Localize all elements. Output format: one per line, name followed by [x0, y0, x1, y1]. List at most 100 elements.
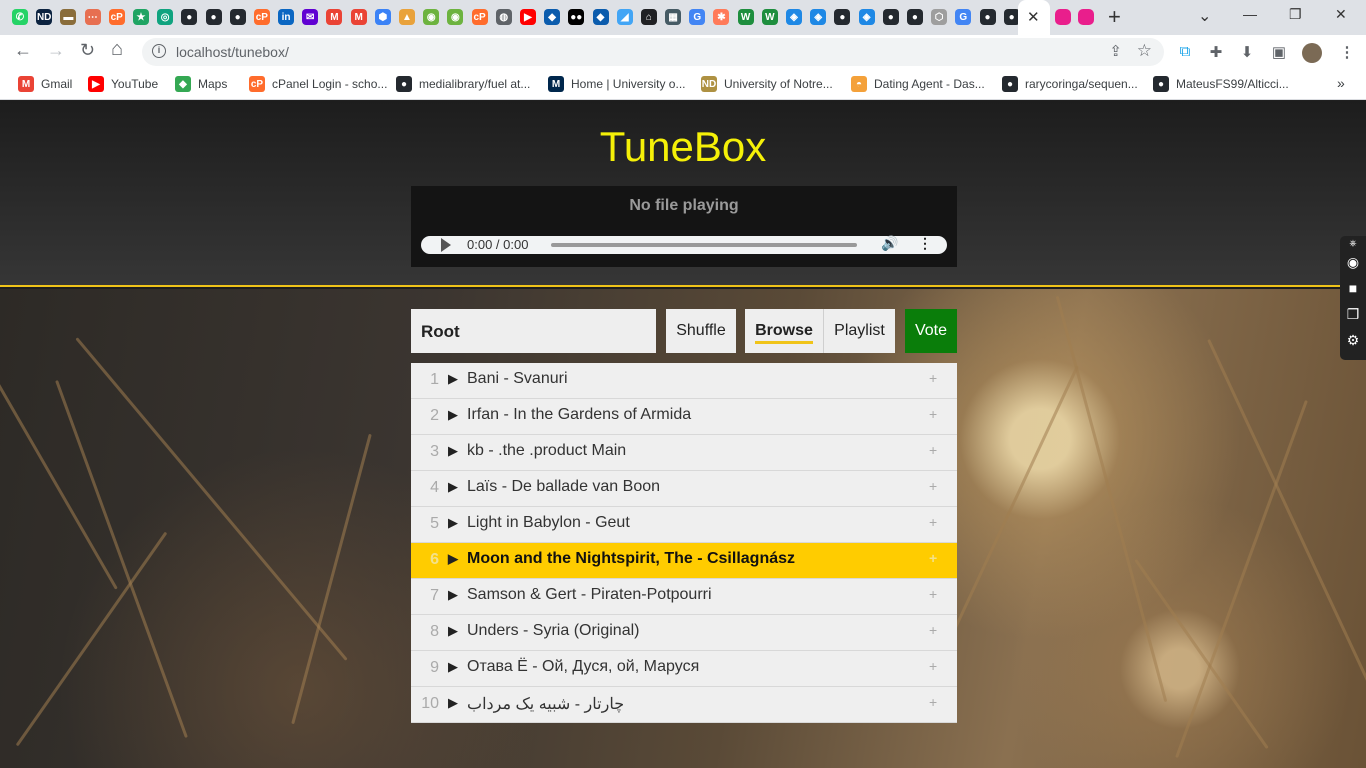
track-row[interactable]: 8 ▶ Unders - Syria (Original) +: [411, 615, 957, 651]
bookmark-item[interactable]: M Gmail: [18, 76, 72, 92]
site-info-icon[interactable]: i: [152, 44, 166, 58]
track-row[interactable]: 4 ▶ Laïs - De ballade van Boon +: [411, 471, 957, 507]
globe-icon[interactable]: ◍: [494, 7, 514, 27]
box-icon[interactable]: ⬡: [929, 7, 949, 27]
download-icon[interactable]: ⬇: [1238, 43, 1256, 61]
home-icon[interactable]: ⌂: [639, 7, 659, 27]
add-to-playlist-icon[interactable]: +: [929, 622, 937, 638]
add-to-playlist-icon[interactable]: +: [929, 442, 937, 458]
tab-favicon[interactable]: [1076, 7, 1096, 27]
minimize-button[interactable]: —: [1243, 6, 1257, 22]
tab-vote[interactable]: Vote: [905, 309, 957, 353]
profile-avatar[interactable]: [1302, 43, 1322, 63]
home-button[interactable]: ⌂: [111, 38, 123, 61]
close-tab-icon[interactable]: ✕: [1027, 8, 1040, 26]
add-to-playlist-icon[interactable]: +: [929, 514, 937, 530]
track-row[interactable]: 6 ▶ Moon and the Nightspirit, The - Csilla…: [411, 543, 957, 579]
side-panel-icon[interactable]: ▣: [1270, 43, 1288, 61]
github-icon[interactable]: ●: [978, 7, 998, 27]
volume-icon[interactable]: 🔊: [881, 235, 898, 252]
extensions-puzzle-icon[interactable]: ✚: [1207, 43, 1225, 61]
more-options-icon[interactable]: ⋮: [918, 235, 932, 252]
tab-browse[interactable]: Browse: [745, 309, 823, 353]
browser-menu-icon[interactable]: ⋮: [1338, 43, 1356, 61]
webflow-icon[interactable]: W: [760, 7, 780, 27]
google-icon[interactable]: G: [687, 7, 707, 27]
bookmark-item[interactable]: cP cPanel Login - scho...: [249, 76, 387, 92]
spring-icon[interactable]: ◉: [421, 7, 441, 27]
cube-icon[interactable]: ⬢: [373, 7, 393, 27]
address-bar[interactable]: i localhost/tunebox/ ⇪ ☆: [142, 38, 1164, 66]
bookmarks-overflow-icon[interactable]: »: [1337, 75, 1345, 91]
forward-button[interactable]: →: [47, 40, 65, 61]
play-track-icon[interactable]: ▶: [448, 695, 458, 711]
cpanel-icon[interactable]: cP: [470, 7, 490, 27]
back-button[interactable]: ←: [14, 40, 32, 61]
bookmark-item[interactable]: ND University of Notre...: [701, 76, 833, 92]
shuffle-button[interactable]: Shuffle: [666, 309, 736, 353]
track-row[interactable]: 10 ▶ چارتار - شبیه یک مرداب +: [411, 687, 957, 723]
reload-button[interactable]: ↻: [80, 40, 95, 61]
add-to-playlist-icon[interactable]: +: [929, 550, 937, 566]
openai-icon[interactable]: ◎: [155, 7, 175, 27]
bookmark-star-icon[interactable]: ☆: [1137, 41, 1152, 61]
pin-icon[interactable]: ⎈: [1345, 238, 1361, 254]
github-icon[interactable]: ●: [905, 7, 925, 27]
tab-search-icon[interactable]: ⌄: [1198, 6, 1211, 26]
dots-icon[interactable]: ⋯: [83, 7, 103, 27]
restore-button[interactable]: ❐: [1289, 6, 1302, 23]
vuetify-icon[interactable]: ◈: [808, 7, 828, 27]
gmail-icon[interactable]: M: [349, 7, 369, 27]
bookmark-item[interactable]: ● medialibrary/fuel at...: [396, 76, 530, 92]
jira-icon[interactable]: ▲: [397, 7, 417, 27]
track-row[interactable]: 7 ▶ Samson & Gert - Piraten-Potpourri +: [411, 579, 957, 615]
github-icon[interactable]: ●: [204, 7, 224, 27]
notre-dame-icon[interactable]: ND: [34, 7, 54, 27]
play-track-icon[interactable]: ▶: [448, 371, 458, 387]
active-tab[interactable]: ✕: [1018, 0, 1050, 35]
bookmark-item[interactable]: ◆ Maps: [175, 76, 227, 92]
play-track-icon[interactable]: ▶: [448, 551, 458, 567]
play-track-icon[interactable]: ▶: [448, 443, 458, 459]
bookmark-item[interactable]: ◓ Dating Agent - Das...: [851, 76, 985, 92]
star-icon[interactable]: ★: [131, 7, 151, 27]
github-icon[interactable]: ●: [881, 7, 901, 27]
doc-icon[interactable]: ▬: [58, 7, 78, 27]
track-row[interactable]: 5 ▶ Light in Babylon - Geut +: [411, 507, 957, 543]
youtube-icon[interactable]: ▶: [518, 7, 538, 27]
hubspot-icon[interactable]: ✱: [711, 7, 731, 27]
new-tab-button[interactable]: +: [1108, 4, 1121, 30]
drop-icon[interactable]: ◆: [542, 7, 562, 27]
flutter-icon[interactable]: ◢: [615, 7, 635, 27]
track-row[interactable]: 1 ▶ Bani - Svanuri +: [411, 363, 957, 399]
add-to-playlist-icon[interactable]: +: [929, 478, 937, 494]
share-icon[interactable]: ⇪: [1109, 42, 1122, 60]
play-track-icon[interactable]: ▶: [448, 479, 458, 495]
camera-icon[interactable]: ◉: [1345, 254, 1361, 270]
extension-icon[interactable]: ⧉: [1176, 43, 1194, 61]
copy-icon[interactable]: ❐: [1345, 306, 1361, 322]
vuetify-icon[interactable]: ◈: [784, 7, 804, 27]
institution-icon[interactable]: ▦: [663, 7, 683, 27]
medium-icon[interactable]: ●●: [566, 7, 586, 27]
url-text[interactable]: localhost/tunebox/: [176, 44, 289, 60]
settings-icon[interactable]: ⚙: [1345, 332, 1361, 348]
track-row[interactable]: 2 ▶ Irfan - In the Gardens of Armida +: [411, 399, 957, 435]
track-row[interactable]: 3 ▶ kb - .the .product Main +: [411, 435, 957, 471]
linkedin-icon[interactable]: in: [276, 7, 296, 27]
drop-icon[interactable]: ◆: [591, 7, 611, 27]
bookmark-item[interactable]: ● rarycoringa/sequen...: [1002, 76, 1138, 92]
video-icon[interactable]: ■: [1345, 280, 1361, 296]
play-track-icon[interactable]: ▶: [448, 515, 458, 531]
yahoo-mail-icon[interactable]: ✉: [300, 7, 320, 27]
play-track-icon[interactable]: ▶: [448, 623, 458, 639]
add-to-playlist-icon[interactable]: +: [929, 586, 937, 602]
spring-icon[interactable]: ◉: [445, 7, 465, 27]
bookmark-item[interactable]: ▶ YouTube: [88, 76, 158, 92]
add-to-playlist-icon[interactable]: +: [929, 658, 937, 674]
play-icon[interactable]: [441, 238, 451, 252]
bookmark-item[interactable]: ● MateusFS99/Alticci...: [1153, 76, 1289, 92]
close-window-button[interactable]: ✕: [1335, 6, 1347, 23]
add-to-playlist-icon[interactable]: +: [929, 406, 937, 422]
add-to-playlist-icon[interactable]: +: [929, 694, 937, 710]
